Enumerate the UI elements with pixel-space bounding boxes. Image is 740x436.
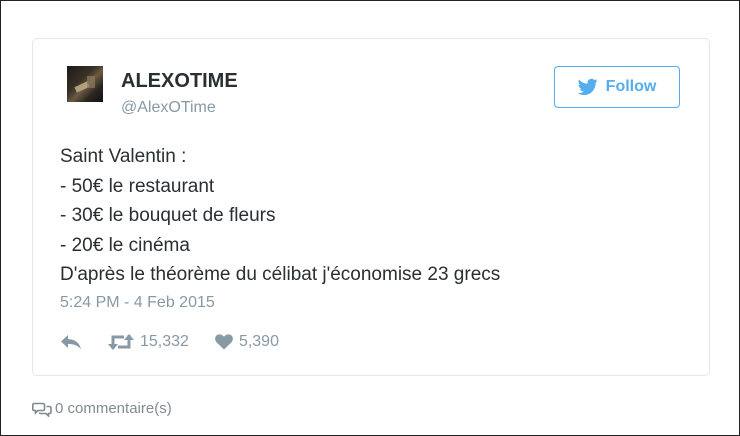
author-name[interactable]: ALEXOTIME [121,70,238,93]
tweet-line: - 50€ le restaurant [60,175,215,197]
retweet-button[interactable]: 15,332 [108,333,189,351]
action-bar: 15,332 5,390 [60,331,279,353]
twitter-bird-icon [577,78,598,95]
tweet-line: - 20€ le cinéma [60,234,190,256]
reply-button[interactable] [60,334,82,350]
comment-bubbles-icon [32,402,52,417]
follow-label: Follow [605,78,657,95]
comments-link[interactable]: 0 commentaire(s) [32,400,172,417]
tweet-line: Saint Valentin : [60,146,187,167]
retweet-icon [108,334,134,350]
tweet-card: ALEXOTIME @AlexOTime Follow Saint Valent… [32,38,710,376]
tweet-line: D'après le théorème du célibat j'économi… [60,264,501,285]
follow-button[interactable]: Follow [554,66,680,108]
retweet-count: 15,332 [140,333,189,350]
timestamp[interactable]: 5:24 PM - 4 Feb 2015 [60,294,215,312]
tweet-line: - 30€ le bouquet de fleurs [60,205,276,226]
comments-label: 0 commentaire(s) [55,400,172,417]
heart-icon [215,334,233,350]
tweet-text: Saint Valentin : - 50€ le restaurant - 3… [60,142,500,290]
author-handle[interactable]: @AlexOTime [121,99,216,117]
like-count: 5,390 [238,333,279,350]
avatar[interactable] [67,66,103,102]
reply-icon [61,335,81,349]
like-button[interactable]: 5,390 [215,333,279,351]
